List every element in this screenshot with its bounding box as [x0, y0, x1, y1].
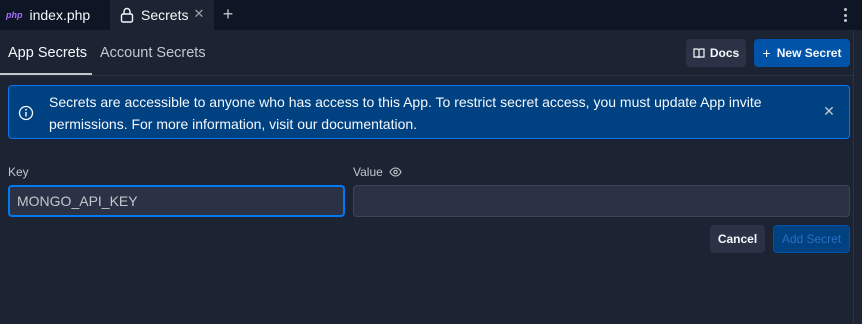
- info-icon: [18, 105, 34, 121]
- key-label: Key: [8, 165, 29, 179]
- eye-icon[interactable]: [389, 167, 402, 177]
- tab-app-secrets[interactable]: App Secrets: [8, 45, 87, 61]
- tab-secrets[interactable]: Secrets ✕: [110, 0, 214, 30]
- key-input[interactable]: [8, 185, 345, 217]
- close-icon[interactable]: ✕: [822, 104, 836, 118]
- key-label-text: Key: [8, 165, 29, 179]
- php-icon: php: [6, 10, 23, 20]
- tab-index-php[interactable]: php index.php: [0, 0, 109, 30]
- documentation-link[interactable]: our documentation.: [297, 116, 417, 132]
- close-icon[interactable]: ✕: [192, 7, 206, 21]
- tab-label: Secrets: [141, 7, 189, 23]
- info-banner: Secrets are accessible to anyone who has…: [8, 85, 850, 139]
- lock-icon: [120, 7, 134, 23]
- new-secret-label: New Secret: [776, 46, 842, 60]
- scrollbar[interactable]: [853, 30, 862, 324]
- add-tab-icon[interactable]: +: [219, 5, 237, 23]
- book-icon: [693, 47, 705, 59]
- divider: [0, 75, 853, 76]
- value-label-text: Value: [353, 165, 383, 179]
- value-label: Value: [353, 165, 402, 179]
- tab-bar: php index.php Secrets ✕ +: [0, 0, 862, 30]
- docs-button[interactable]: Docs: [686, 39, 746, 67]
- docs-label: Docs: [709, 46, 740, 60]
- cancel-button[interactable]: Cancel: [710, 225, 765, 253]
- add-secret-button[interactable]: Add Secret: [773, 225, 850, 253]
- more-options-icon[interactable]: [842, 6, 848, 24]
- value-input[interactable]: [353, 185, 850, 217]
- plus-icon: +: [762, 45, 771, 61]
- new-secret-button[interactable]: + New Secret: [754, 39, 850, 67]
- tab-label: index.php: [29, 7, 91, 23]
- tab-account-secrets[interactable]: Account Secrets: [100, 45, 206, 61]
- banner-message: Secrets are accessible to anyone who has…: [49, 92, 809, 135]
